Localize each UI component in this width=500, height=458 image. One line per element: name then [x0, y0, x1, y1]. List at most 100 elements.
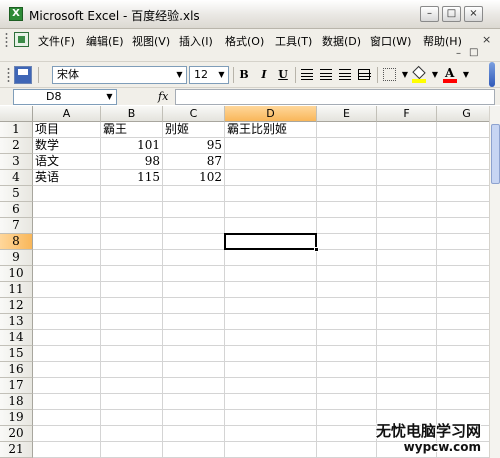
- fill-handle[interactable]: [314, 247, 319, 252]
- cell-d12[interactable]: [225, 298, 317, 314]
- cell-f14[interactable]: [377, 330, 437, 346]
- cell-e5[interactable]: [317, 186, 377, 202]
- cell-f10[interactable]: [377, 266, 437, 282]
- cell-g1[interactable]: [437, 122, 497, 138]
- cell-a10[interactable]: [33, 266, 101, 282]
- cell-b1[interactable]: 霸王: [101, 122, 163, 138]
- cell-f4[interactable]: [377, 170, 437, 186]
- row-header-20[interactable]: 20: [0, 426, 33, 442]
- cell-b21[interactable]: [101, 442, 163, 458]
- cell-e20[interactable]: [317, 426, 377, 442]
- formula-input[interactable]: [175, 89, 495, 105]
- cell-b18[interactable]: [101, 394, 163, 410]
- maximize-button[interactable]: □: [442, 6, 461, 22]
- cell-b3[interactable]: 98: [101, 154, 163, 170]
- row-header-2[interactable]: 2: [0, 138, 33, 154]
- row-header-18[interactable]: 18: [0, 394, 33, 410]
- cell-f9[interactable]: [377, 250, 437, 266]
- chevron-down-icon[interactable]: ▼: [174, 68, 185, 82]
- cell-d14[interactable]: [225, 330, 317, 346]
- cell-d17[interactable]: [225, 378, 317, 394]
- chevron-down-icon[interactable]: ▼: [104, 90, 115, 104]
- cell-c14[interactable]: [163, 330, 225, 346]
- cell-a18[interactable]: [33, 394, 101, 410]
- cell-c15[interactable]: [163, 346, 225, 362]
- cell-c16[interactable]: [163, 362, 225, 378]
- column-header-d[interactable]: D: [225, 106, 317, 122]
- cell-b19[interactable]: [101, 410, 163, 426]
- cell-g5[interactable]: [437, 186, 497, 202]
- cell-g12[interactable]: [437, 298, 497, 314]
- cell-b17[interactable]: [101, 378, 163, 394]
- cell-b7[interactable]: [101, 218, 163, 234]
- cell-d18[interactable]: [225, 394, 317, 410]
- cell-d13[interactable]: [225, 314, 317, 330]
- cell-e1[interactable]: [317, 122, 377, 138]
- scrollbar-thumb[interactable]: [491, 124, 500, 184]
- cell-e21[interactable]: [317, 442, 377, 458]
- chevron-down-icon[interactable]: ▼: [458, 67, 474, 83]
- cell-b20[interactable]: [101, 426, 163, 442]
- font-size-select[interactable]: 12 ▼: [189, 66, 229, 84]
- cell-c11[interactable]: [163, 282, 225, 298]
- menu-edit[interactable]: 编辑(E): [86, 33, 124, 49]
- vertical-scrollbar[interactable]: [489, 106, 500, 458]
- cell-d10[interactable]: [225, 266, 317, 282]
- font-color-icon[interactable]: A: [443, 66, 457, 83]
- menu-insert[interactable]: 插入(I): [179, 33, 213, 49]
- cell-a11[interactable]: [33, 282, 101, 298]
- workbook-icon[interactable]: [14, 32, 29, 47]
- cell-e17[interactable]: [317, 378, 377, 394]
- cell-g16[interactable]: [437, 362, 497, 378]
- cell-d6[interactable]: [225, 202, 317, 218]
- cell-f8[interactable]: [377, 234, 437, 250]
- cell-d5[interactable]: [225, 186, 317, 202]
- cell-e12[interactable]: [317, 298, 377, 314]
- cell-f3[interactable]: [377, 154, 437, 170]
- cell-d2[interactable]: [225, 138, 317, 154]
- cell-a9[interactable]: [33, 250, 101, 266]
- row-header-12[interactable]: 12: [0, 298, 33, 314]
- cell-e18[interactable]: [317, 394, 377, 410]
- row-header-9[interactable]: 9: [0, 250, 33, 266]
- fill-color-icon[interactable]: [412, 65, 426, 83]
- cell-f6[interactable]: [377, 202, 437, 218]
- spreadsheet-grid[interactable]: A B C D E F G 1 项目 霸王 别姬 霸王比别姬 2 数学 101 95 3 语文 98 87 4 英语 115…: [0, 106, 500, 458]
- cell-a6[interactable]: [33, 202, 101, 218]
- row-header-15[interactable]: 15: [0, 346, 33, 362]
- cell-g6[interactable]: [437, 202, 497, 218]
- menu-help[interactable]: 帮助(H): [423, 33, 462, 49]
- cell-f16[interactable]: [377, 362, 437, 378]
- cell-c10[interactable]: [163, 266, 225, 282]
- cell-c6[interactable]: [163, 202, 225, 218]
- cell-b14[interactable]: [101, 330, 163, 346]
- doc-close-icon[interactable]: ×: [482, 33, 491, 46]
- cell-a5[interactable]: [33, 186, 101, 202]
- cell-a19[interactable]: [33, 410, 101, 426]
- cell-f18[interactable]: [377, 394, 437, 410]
- cell-e9[interactable]: [317, 250, 377, 266]
- cell-b15[interactable]: [101, 346, 163, 362]
- cell-e2[interactable]: [317, 138, 377, 154]
- align-center-icon[interactable]: [320, 69, 332, 80]
- cell-g2[interactable]: [437, 138, 497, 154]
- cell-d20[interactable]: [225, 426, 317, 442]
- cell-d4[interactable]: [225, 170, 317, 186]
- column-header-e[interactable]: E: [317, 106, 377, 122]
- cell-c17[interactable]: [163, 378, 225, 394]
- cell-a3[interactable]: 语文: [33, 154, 101, 170]
- row-header-5[interactable]: 5: [0, 186, 33, 202]
- cell-a2[interactable]: 数学: [33, 138, 101, 154]
- cell-c7[interactable]: [163, 218, 225, 234]
- cell-a1[interactable]: 项目: [33, 122, 101, 138]
- row-header-1[interactable]: 1: [0, 122, 33, 138]
- column-header-c[interactable]: C: [163, 106, 225, 122]
- cell-e14[interactable]: [317, 330, 377, 346]
- menu-file[interactable]: 文件(F): [38, 33, 75, 49]
- fx-icon[interactable]: fx: [158, 90, 168, 103]
- row-header-8[interactable]: 8: [0, 234, 33, 250]
- save-icon[interactable]: [14, 66, 32, 84]
- row-header-14[interactable]: 14: [0, 330, 33, 346]
- row-header-13[interactable]: 13: [0, 314, 33, 330]
- align-left-icon[interactable]: [301, 69, 313, 80]
